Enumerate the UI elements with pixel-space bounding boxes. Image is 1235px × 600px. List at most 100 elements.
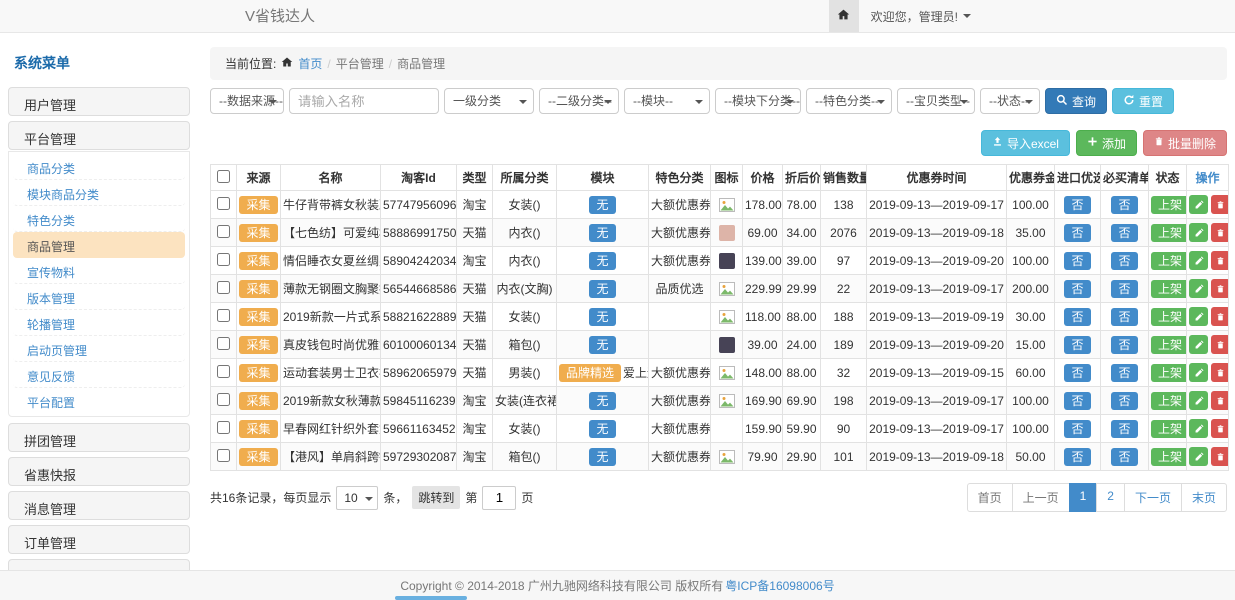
import-pick-toggle[interactable]: 否 xyxy=(1064,420,1090,438)
row-checkbox[interactable] xyxy=(217,421,230,434)
must-buy-toggle[interactable]: 否 xyxy=(1111,336,1137,354)
edit-icon[interactable] xyxy=(1189,335,1208,354)
breadcrumb-home-link[interactable]: 首页 xyxy=(298,55,322,72)
import-pick-toggle[interactable]: 否 xyxy=(1064,252,1090,270)
delete-button[interactable] xyxy=(1211,391,1229,410)
must-buy-toggle[interactable]: 否 xyxy=(1111,280,1137,298)
row-checkbox[interactable] xyxy=(217,253,230,266)
edit-icon[interactable] xyxy=(1189,279,1208,298)
filter-select-item-type[interactable]: --宝贝类型-- xyxy=(897,88,975,114)
status-toggle[interactable]: 上架 xyxy=(1151,252,1187,270)
status-toggle[interactable]: 上架 xyxy=(1151,224,1187,242)
sidebar-item-carousel-management[interactable]: 轮播管理 xyxy=(13,310,185,336)
row-checkbox[interactable] xyxy=(217,449,230,462)
filter-select-module-subcategory[interactable]: --模块下分类-- xyxy=(715,88,801,114)
filter-input-name[interactable] xyxy=(289,88,439,114)
filter-select-level1-category[interactable]: 一级分类 xyxy=(444,88,534,114)
import-pick-toggle[interactable]: 否 xyxy=(1064,280,1090,298)
per-page-select[interactable]: 10 xyxy=(336,486,378,510)
status-toggle[interactable]: 上架 xyxy=(1151,392,1187,410)
add-button[interactable]: 添加 xyxy=(1076,130,1137,156)
sidebar-item-version-management[interactable]: 版本管理 xyxy=(13,284,185,310)
edit-icon[interactable] xyxy=(1189,195,1208,214)
edit-icon[interactable] xyxy=(1189,391,1208,410)
import-pick-toggle[interactable]: 否 xyxy=(1064,308,1090,326)
import-excel-button[interactable]: 导入excel xyxy=(981,130,1070,156)
status-toggle[interactable]: 上架 xyxy=(1151,280,1187,298)
icp-link[interactable]: 粤ICP备16098006号 xyxy=(725,577,834,594)
delete-button[interactable] xyxy=(1211,223,1229,242)
row-checkbox[interactable] xyxy=(217,309,230,322)
delete-button[interactable] xyxy=(1211,419,1229,438)
pager-page-2[interactable]: 2 xyxy=(1096,483,1125,512)
sidebar-item-promo-materials[interactable]: 宣传物料 xyxy=(13,258,185,284)
must-buy-toggle[interactable]: 否 xyxy=(1111,224,1137,242)
import-pick-toggle[interactable]: 否 xyxy=(1064,196,1090,214)
row-checkbox[interactable] xyxy=(217,365,230,378)
must-buy-toggle[interactable]: 否 xyxy=(1111,392,1137,410)
edit-icon[interactable] xyxy=(1189,223,1208,242)
must-buy-toggle[interactable]: 否 xyxy=(1111,420,1137,438)
edit-icon[interactable] xyxy=(1189,307,1208,326)
pager-last[interactable]: 末页 xyxy=(1181,483,1227,512)
delete-button[interactable] xyxy=(1211,307,1229,326)
status-toggle[interactable]: 上架 xyxy=(1151,448,1187,466)
sidebar-item-platform-config[interactable]: 平台配置 xyxy=(13,388,185,414)
filter-select-feature-category[interactable]: --特色分类-- xyxy=(806,88,892,114)
must-buy-toggle[interactable]: 否 xyxy=(1111,308,1137,326)
sidebar-group-message-management[interactable]: 消息管理 xyxy=(8,491,190,520)
sidebar-item-goods-management[interactable]: 商品管理 xyxy=(13,232,185,258)
page-number-input[interactable] xyxy=(482,486,516,510)
sidebar-group-platform-management[interactable]: 平台管理 xyxy=(8,121,190,150)
pager-first[interactable]: 首页 xyxy=(967,483,1013,512)
horizontal-scrollbar-thumb[interactable] xyxy=(395,596,467,600)
home-button[interactable] xyxy=(829,0,859,32)
must-buy-toggle[interactable]: 否 xyxy=(1111,448,1137,466)
reset-button[interactable]: 重置 xyxy=(1112,88,1174,114)
status-toggle[interactable]: 上架 xyxy=(1151,420,1187,438)
import-pick-toggle[interactable]: 否 xyxy=(1064,448,1090,466)
must-buy-toggle[interactable]: 否 xyxy=(1111,196,1137,214)
delete-button[interactable] xyxy=(1211,195,1229,214)
sidebar-item-module-goods-category[interactable]: 模块商品分类 xyxy=(13,180,185,206)
sidebar-item-feedback[interactable]: 意见反馈 xyxy=(13,362,185,388)
sidebar-item-goods-category[interactable]: 商品分类 xyxy=(13,154,185,180)
filter-select-data-source[interactable]: --数据来源-- xyxy=(210,88,284,114)
batch-delete-button[interactable]: 批量删除 xyxy=(1143,130,1227,156)
row-checkbox[interactable] xyxy=(217,197,230,210)
edit-icon[interactable] xyxy=(1189,419,1208,438)
delete-button[interactable] xyxy=(1211,279,1229,298)
sidebar-group-order-management[interactable]: 订单管理 xyxy=(8,525,190,554)
delete-button[interactable] xyxy=(1211,363,1229,382)
status-toggle[interactable]: 上架 xyxy=(1151,364,1187,382)
must-buy-toggle[interactable]: 否 xyxy=(1111,252,1137,270)
sidebar-item-feature-category[interactable]: 特色分类 xyxy=(13,206,185,232)
row-checkbox[interactable] xyxy=(217,337,230,350)
sidebar-group-discount-express[interactable]: 省惠快报 xyxy=(8,457,190,486)
jump-button[interactable]: 跳转到 xyxy=(412,486,460,509)
delete-button[interactable] xyxy=(1211,251,1229,270)
status-toggle[interactable]: 上架 xyxy=(1151,336,1187,354)
import-pick-toggle[interactable]: 否 xyxy=(1064,224,1090,242)
status-toggle[interactable]: 上架 xyxy=(1151,308,1187,326)
pager-next[interactable]: 下一页 xyxy=(1124,483,1182,512)
import-pick-toggle[interactable]: 否 xyxy=(1064,364,1090,382)
import-pick-toggle[interactable]: 否 xyxy=(1064,336,1090,354)
sidebar-group-group-buy-management[interactable]: 拼团管理 xyxy=(8,423,190,452)
pager-page-1[interactable]: 1 xyxy=(1069,483,1098,512)
import-pick-toggle[interactable]: 否 xyxy=(1064,392,1090,410)
sidebar-group-user-management[interactable]: 用户管理 xyxy=(8,87,190,116)
edit-icon[interactable] xyxy=(1189,447,1208,466)
sidebar-item-splash-management[interactable]: 启动页管理 xyxy=(13,336,185,362)
row-checkbox[interactable] xyxy=(217,225,230,238)
row-checkbox[interactable] xyxy=(217,393,230,406)
filter-select-status[interactable]: --状态-- xyxy=(980,88,1040,114)
edit-icon[interactable] xyxy=(1189,251,1208,270)
user-menu[interactable]: 欢迎您，管理员! xyxy=(859,0,983,32)
delete-button[interactable] xyxy=(1211,447,1229,466)
row-checkbox[interactable] xyxy=(217,281,230,294)
select-all-checkbox[interactable] xyxy=(217,170,230,183)
delete-button[interactable] xyxy=(1211,335,1229,354)
filter-select-level2-category[interactable]: --二级分类-- xyxy=(539,88,619,114)
edit-icon[interactable] xyxy=(1189,363,1208,382)
